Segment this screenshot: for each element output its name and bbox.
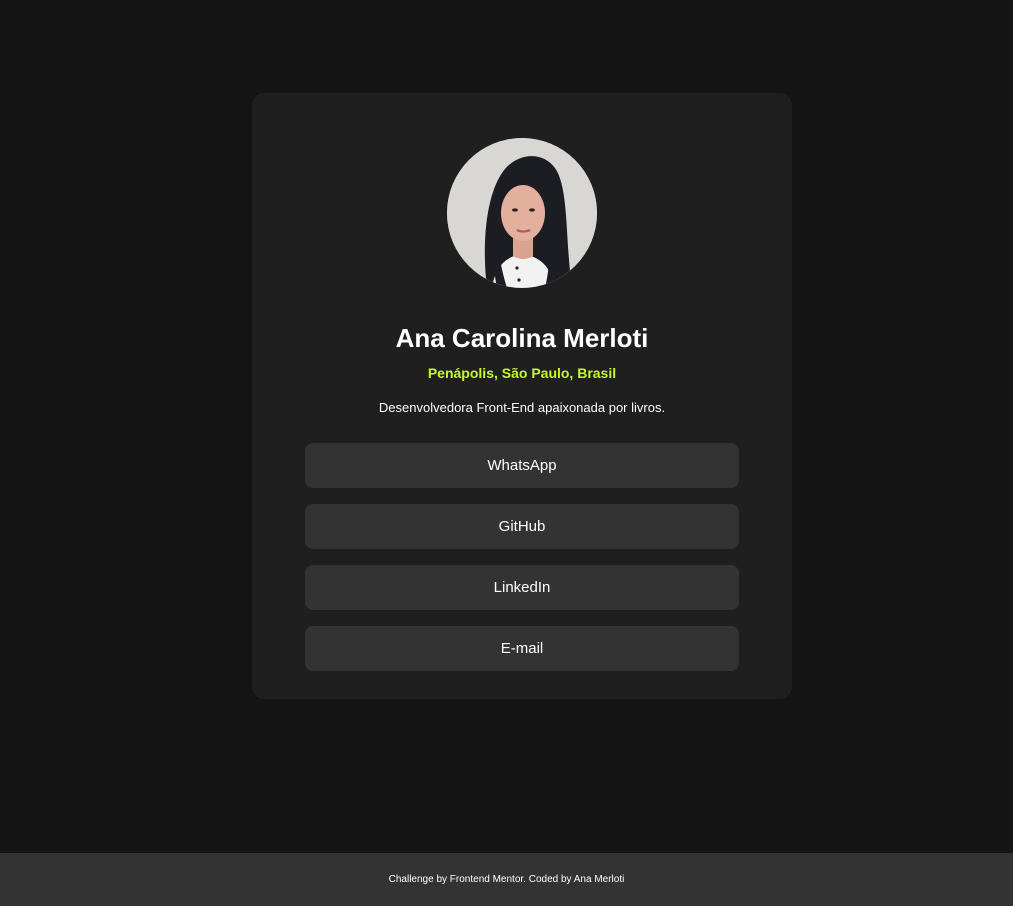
profile-bio: Desenvolvedora Front-End apaixonada por …	[378, 400, 666, 415]
footer: Challenge by Frontend Mentor. Coded by A…	[0, 853, 1013, 906]
email-button[interactable]: E-mail	[305, 626, 739, 671]
footer-attribution: Challenge by Frontend Mentor. Coded by A…	[388, 874, 625, 885]
avatar	[447, 138, 597, 288]
github-button[interactable]: GitHub	[305, 504, 739, 549]
profile-location: Penápolis, São Paulo, Brasil	[427, 365, 617, 381]
linkedin-button[interactable]: LinkedIn	[305, 565, 739, 610]
profile-name: Ana Carolina Merloti	[395, 323, 649, 353]
whatsapp-button[interactable]: WhatsApp	[305, 443, 739, 488]
profile-card: Ana Carolina Merloti Penápolis, São Paul…	[252, 93, 792, 699]
social-links: WhatsApp GitHub LinkedIn E-mail	[305, 443, 739, 671]
avatar-photo	[447, 138, 597, 288]
